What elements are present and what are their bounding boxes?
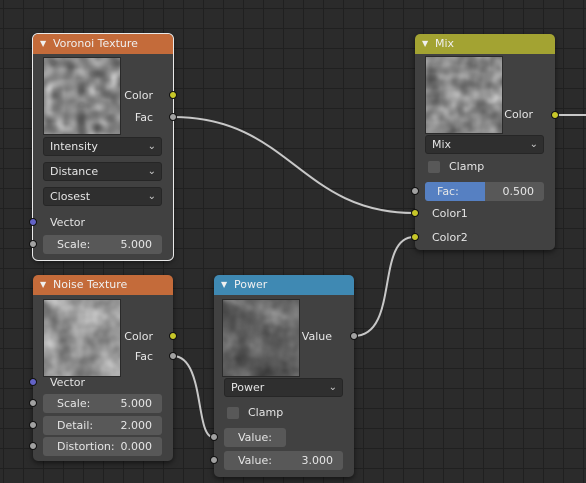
power-input-value2-socket[interactable] <box>210 456 218 464</box>
mix-fac-slider[interactable]: Fac: 0.500 <box>425 182 544 201</box>
mix-preview-image <box>425 56 503 134</box>
chevron-down-icon: ⌄ <box>147 191 156 202</box>
noise-texture-node[interactable]: ▼ Noise Texture Color Fac Vector Scale: … <box>29 275 177 461</box>
noise-detail-field[interactable]: Detail: 2.000 <box>43 416 162 435</box>
noise-output-color-label: Color <box>124 330 153 343</box>
mix-input-color1-socket[interactable] <box>411 209 419 217</box>
collapse-arrow-icon[interactable]: ▼ <box>40 275 46 295</box>
noise-output-fac-label: Fac <box>134 350 153 363</box>
mix-output-color-label: Color <box>504 108 533 121</box>
power-node-header[interactable]: ▼ Power <box>214 275 354 295</box>
voronoi-output-fac-socket[interactable] <box>169 113 177 121</box>
voronoi-input-vector-label: Vector <box>50 216 86 229</box>
power-preview-image <box>222 299 300 377</box>
power-operation-value: Power <box>231 381 265 394</box>
power-value2-field[interactable]: Value: 3.000 <box>224 451 343 470</box>
mix-input-color1-label: Color1 <box>432 207 468 220</box>
noise-node-title: Noise Texture <box>53 278 128 291</box>
link-power-value-to-mix-color2 <box>353 236 415 337</box>
voronoi-scale-label: Scale: <box>57 238 91 251</box>
link-noise-fac-to-power-value <box>172 355 214 438</box>
mix-node-header[interactable]: ▼ Mix <box>415 34 555 54</box>
mix-input-color2-socket[interactable] <box>411 233 419 241</box>
noise-scale-label: Scale: <box>57 397 91 410</box>
mix-rgb-node[interactable]: ▼ Mix Color Mix ⌄ Clamp Fac: 0.500 Color… <box>411 34 559 250</box>
mix-clamp-label: Clamp <box>449 160 485 173</box>
power-input-value1-socket[interactable] <box>210 433 218 441</box>
noise-scale-value: 5.000 <box>120 397 153 410</box>
noise-distortion-value: 0.000 <box>120 440 153 453</box>
mix-fac-label: Fac: <box>437 185 459 198</box>
voronoi-distance-dropdown[interactable]: Distance ⌄ <box>43 162 162 181</box>
noise-input-vector-socket[interactable] <box>29 378 37 386</box>
voronoi-node-header[interactable]: ▼ Voronoi Texture <box>33 34 173 54</box>
noise-distortion-field[interactable]: Distortion: 0.000 <box>43 437 162 456</box>
noise-distortion-label: Distortion: <box>57 440 115 453</box>
power-clamp-toggle[interactable]: Clamp <box>227 405 327 421</box>
power-clamp-label: Clamp <box>248 406 284 419</box>
chevron-down-icon: ⌄ <box>147 166 156 177</box>
power-operation-dropdown[interactable]: Power ⌄ <box>224 378 343 397</box>
voronoi-output-color-label: Color <box>124 89 153 102</box>
chevron-down-icon: ⌄ <box>328 382 337 393</box>
noise-input-scale-socket[interactable] <box>29 399 37 407</box>
noise-input-distortion-socket[interactable] <box>29 442 37 450</box>
collapse-arrow-icon[interactable]: ▼ <box>40 34 46 54</box>
power-value1-field[interactable]: Value: <box>224 428 286 447</box>
noise-output-fac-socket[interactable] <box>169 352 177 360</box>
voronoi-distance-value: Distance <box>50 165 99 178</box>
voronoi-preview-image <box>43 57 121 135</box>
mix-clamp-checkbox[interactable] <box>428 161 440 173</box>
mix-blend-mode-dropdown[interactable]: Mix ⌄ <box>425 135 544 154</box>
voronoi-texture-node[interactable]: ▼ Voronoi Texture Color Fac Intensity ⌄ … <box>29 33 177 261</box>
voronoi-scale-field[interactable]: Scale: 5.000 <box>43 235 162 254</box>
mix-input-fac-socket[interactable] <box>411 187 419 195</box>
power-output-value-socket[interactable] <box>350 332 358 340</box>
voronoi-feature-value: Closest <box>50 190 91 203</box>
mix-input-color2-label: Color2 <box>432 231 468 244</box>
voronoi-input-scale-socket[interactable] <box>29 240 37 248</box>
voronoi-node-title: Voronoi Texture <box>53 37 138 50</box>
noise-detail-value: 2.000 <box>120 419 153 432</box>
mix-output-color-socket[interactable] <box>551 111 559 119</box>
collapse-arrow-icon[interactable]: ▼ <box>422 34 428 54</box>
power-value2-label: Value: <box>238 454 272 467</box>
noise-preview-image <box>43 299 121 377</box>
power-node-title: Power <box>234 278 268 291</box>
collapse-arrow-icon[interactable]: ▼ <box>221 275 227 295</box>
mix-clamp-toggle[interactable]: Clamp <box>428 159 528 175</box>
noise-output-color-socket[interactable] <box>169 332 177 340</box>
noise-input-detail-socket[interactable] <box>29 421 37 429</box>
power-value2-value: 3.000 <box>301 454 334 467</box>
chevron-down-icon: ⌄ <box>147 141 156 152</box>
noise-node-header[interactable]: ▼ Noise Texture <box>33 275 173 295</box>
power-output-value-label: Value <box>301 330 332 343</box>
mix-blend-mode-value: Mix <box>432 138 452 151</box>
link-voronoi-fac-to-mix-color1 <box>172 116 415 214</box>
chevron-down-icon: ⌄ <box>529 139 538 150</box>
voronoi-output-color-socket[interactable] <box>169 91 177 99</box>
voronoi-coloring-dropdown[interactable]: Intensity ⌄ <box>43 137 162 156</box>
voronoi-feature-dropdown[interactable]: Closest ⌄ <box>43 187 162 206</box>
power-clamp-checkbox[interactable] <box>227 407 239 419</box>
power-math-node[interactable]: ▼ Power Value Power ⌄ Clamp Value: Value… <box>210 275 358 477</box>
voronoi-output-fac-label: Fac <box>134 111 153 124</box>
voronoi-coloring-value: Intensity <box>50 140 98 153</box>
noise-input-vector-label: Vector <box>50 376 86 389</box>
voronoi-scale-value: 5.000 <box>120 238 153 251</box>
noise-scale-field[interactable]: Scale: 5.000 <box>43 394 162 413</box>
mix-node-title: Mix <box>435 37 455 50</box>
voronoi-input-vector-socket[interactable] <box>29 218 37 226</box>
noise-detail-label: Detail: <box>57 419 94 432</box>
power-value1-label: Value: <box>238 431 272 444</box>
mix-fac-value: 0.500 <box>502 185 535 198</box>
